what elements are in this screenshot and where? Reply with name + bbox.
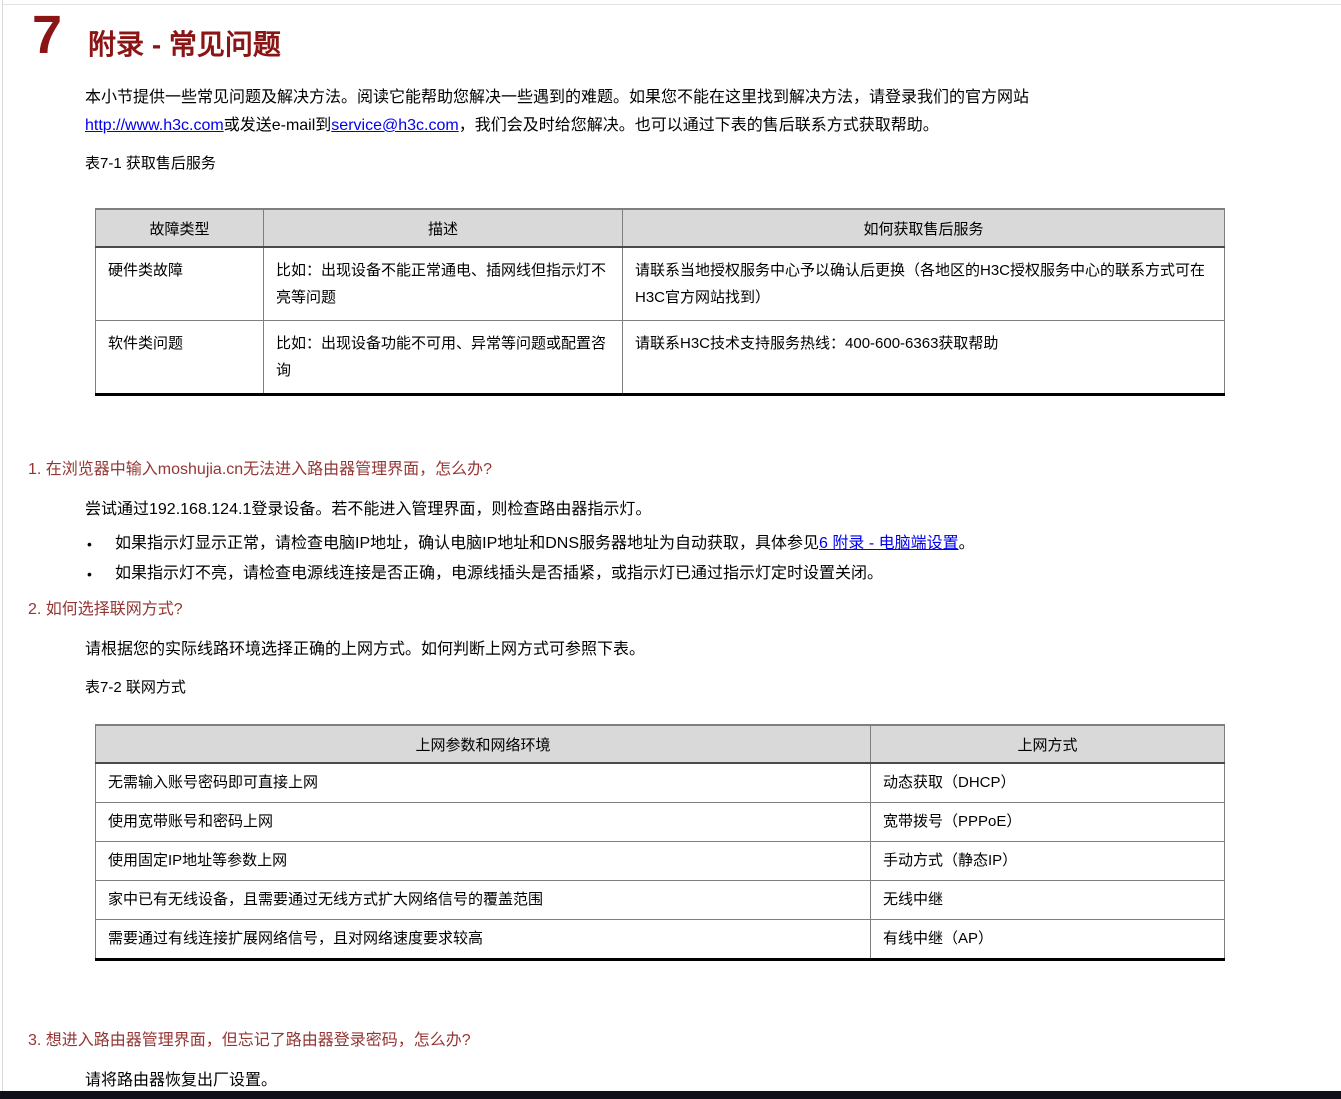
intro-text-2: 或发送e-mail到: [223, 117, 332, 134]
chapter-title: 附录 - 常见问题: [88, 29, 281, 60]
page-top-border: [3, 4, 1341, 5]
table-header-row: 上网参数和网络环境 上网方式: [95, 724, 1225, 764]
appendix-pc-setup-link[interactable]: 6 附录 - 电脑端设置: [819, 535, 959, 552]
bullet-icon: •: [87, 536, 92, 552]
table1-header-fault-type: 故障类型: [95, 208, 264, 248]
table-row: 家中已有无线设备，且需要通过无线方式扩大网络信号的覆盖范围 无线中继: [95, 880, 1225, 920]
bullet-icon: •: [87, 566, 92, 582]
list-item: • 如果指示灯显示正常，请检查电脑IP地址，确认电脑IP地址和DNS服务器地址为自…: [85, 534, 1331, 554]
question-2-body: 请根据您的实际线路环境选择正确的上网方式。如何判断上网方式可参照下表。: [85, 641, 646, 658]
bullet-1-text: 如果指示灯显示正常，请检查电脑IP地址，确认电脑IP地址和DNS服务器地址为自动…: [115, 535, 820, 552]
table-cell: 手动方式（静态IP）: [870, 841, 1225, 881]
table-cell: 需要通过有线连接扩展网络信号，且对网络速度要求较高: [95, 919, 871, 960]
connection-mode-table: 上网参数和网络环境 上网方式 无需输入账号密码即可直接上网 动态获取（DHCP）…: [95, 724, 1225, 961]
table-cell: 硬件类故障: [95, 246, 264, 321]
table-cell: 动态获取（DHCP）: [870, 762, 1225, 803]
table-row: 硬件类故障 比如：出现设备不能正常通电、插网线但指示灯不亮等问题 请联系当地授权…: [95, 246, 1225, 321]
table-cell: 家中已有无线设备，且需要通过无线方式扩大网络信号的覆盖范围: [95, 880, 871, 920]
intro-text-1: 本小节提供一些常见问题及解决方法。阅读它能帮助您解决一些遇到的难题。如果您不能在…: [85, 89, 1030, 106]
table-header-row: 故障类型 描述 如何获取售后服务: [95, 208, 1225, 248]
table-row: 需要通过有线连接扩展网络信号，且对网络速度要求较高 有线中继（AP）: [95, 919, 1225, 960]
table-cell: 请联系H3C技术支持服务热线：400-600-6363获取帮助: [622, 320, 1225, 395]
question-3-title: 3. 想进入路由器管理界面，但忘记了路由器登录密码，怎么办?: [28, 1032, 471, 1049]
page-left-border: [2, 0, 3, 1099]
bullet-2-text: 如果指示灯不亮，请检查电源线连接是否正确，电源线插头是否插紧，或指示灯已通过指示…: [115, 565, 884, 582]
window-bottom-edge: [0, 1091, 1341, 1099]
table-cell: 请联系当地授权服务中心予以确认后更换（各地区的H3C授权服务中心的联系方式可在H…: [622, 246, 1225, 321]
table-row: 使用宽带账号和密码上网 宽带拨号（PPPoE）: [95, 802, 1225, 842]
service-table: 故障类型 描述 如何获取售后服务 硬件类故障 比如：出现设备不能正常通电、插网线…: [95, 208, 1225, 396]
table2-header-mode: 上网方式: [870, 724, 1225, 764]
table-row: 无需输入账号密码即可直接上网 动态获取（DHCP）: [95, 762, 1225, 803]
table-cell: 使用固定IP地址等参数上网: [95, 841, 871, 881]
table-cell: 比如：出现设备不能正常通电、插网线但指示灯不亮等问题: [263, 246, 623, 321]
website-link[interactable]: http://www.h3c.com: [85, 117, 224, 134]
chapter-number: 7: [32, 5, 63, 65]
table-cell: 比如：出现设备功能不可用、异常等问题或配置咨询: [263, 320, 623, 395]
table1-caption: 表7-1 获取售后服务: [85, 155, 216, 172]
table-cell: 软件类问题: [95, 320, 264, 395]
table2-header-environment: 上网参数和网络环境: [95, 724, 871, 764]
email-link[interactable]: service@h3c.com: [331, 117, 458, 134]
table-cell: 宽带拨号（PPPoE）: [870, 802, 1225, 842]
table-cell: 无需输入账号密码即可直接上网: [95, 762, 871, 803]
table-cell: 无线中继: [870, 880, 1225, 920]
question-1-body: 尝试通过192.168.124.1登录设备。若不能进入管理界面，则检查路由器指示…: [85, 501, 652, 518]
intro-paragraph: 本小节提供一些常见问题及解决方法。阅读它能帮助您解决一些遇到的难题。如果您不能在…: [85, 84, 1331, 140]
table2-caption: 表7-2 联网方式: [85, 679, 186, 696]
document-page: 7 附录 - 常见问题 本小节提供一些常见问题及解决方法。阅读它能帮助您解决一些…: [0, 0, 1341, 1099]
bullet-1-after: 。: [958, 535, 975, 552]
table1-header-how-to-get-service: 如何获取售后服务: [622, 208, 1225, 248]
table-row: 使用固定IP地址等参数上网 手动方式（静态IP）: [95, 841, 1225, 881]
table-row: 软件类问题 比如：出现设备功能不可用、异常等问题或配置咨询 请联系H3C技术支持…: [95, 320, 1225, 395]
question-1-title: 1. 在浏览器中输入moshujia.cn无法进入路由器管理界面，怎么办?: [28, 461, 493, 478]
question-1-bullet-list: • 如果指示灯显示正常，请检查电脑IP地址，确认电脑IP地址和DNS服务器地址为自…: [85, 534, 1331, 584]
table-cell: 有线中继（AP）: [870, 919, 1225, 960]
intro-text-3: ，我们会及时给您解决。也可以通过下表的售后联系方式获取帮助。: [458, 117, 939, 134]
table-cell: 使用宽带账号和密码上网: [95, 802, 871, 842]
list-item: • 如果指示灯不亮，请检查电源线连接是否正确，电源线插头是否插紧，或指示灯已通过指…: [85, 564, 1331, 584]
chapter-header: 7 附录 - 常见问题: [32, 8, 1341, 62]
table1-header-description: 描述: [263, 208, 623, 248]
question-2-title: 2. 如何选择联网方式?: [28, 601, 183, 618]
